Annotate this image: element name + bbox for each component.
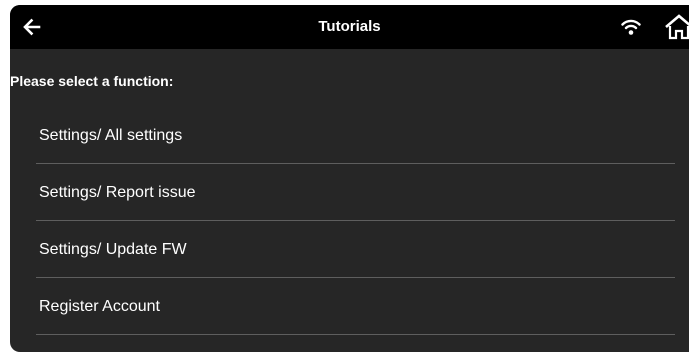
function-list: Settings/ All settings Settings/ Report … xyxy=(36,107,675,335)
list-item-label: Settings/ Report issue xyxy=(39,184,196,201)
list-item-label: Register Account xyxy=(39,298,160,315)
home-icon xyxy=(665,14,689,40)
page-title: Tutorials xyxy=(318,18,381,35)
back-arrow-icon xyxy=(23,18,41,36)
list-item-all-settings[interactable]: Settings/ All settings xyxy=(36,107,675,164)
list-item-register-account[interactable]: Register Account xyxy=(36,278,675,335)
list-item-label: Settings/ Update FW xyxy=(39,241,187,258)
instruction-text: Please select a function: xyxy=(10,73,174,89)
top-bar: Tutorials xyxy=(10,5,689,49)
app-screen: Tutorials Please select a function: Sett… xyxy=(10,5,689,352)
list-item-report-issue[interactable]: Settings/ Report issue xyxy=(36,164,675,221)
home-button[interactable] xyxy=(664,14,689,40)
back-button[interactable] xyxy=(18,13,46,41)
wifi-icon xyxy=(621,19,641,35)
list-item-label: Settings/ All settings xyxy=(39,127,183,144)
list-item-update-fw[interactable]: Settings/ Update FW xyxy=(36,221,675,278)
wifi-status xyxy=(620,16,642,38)
